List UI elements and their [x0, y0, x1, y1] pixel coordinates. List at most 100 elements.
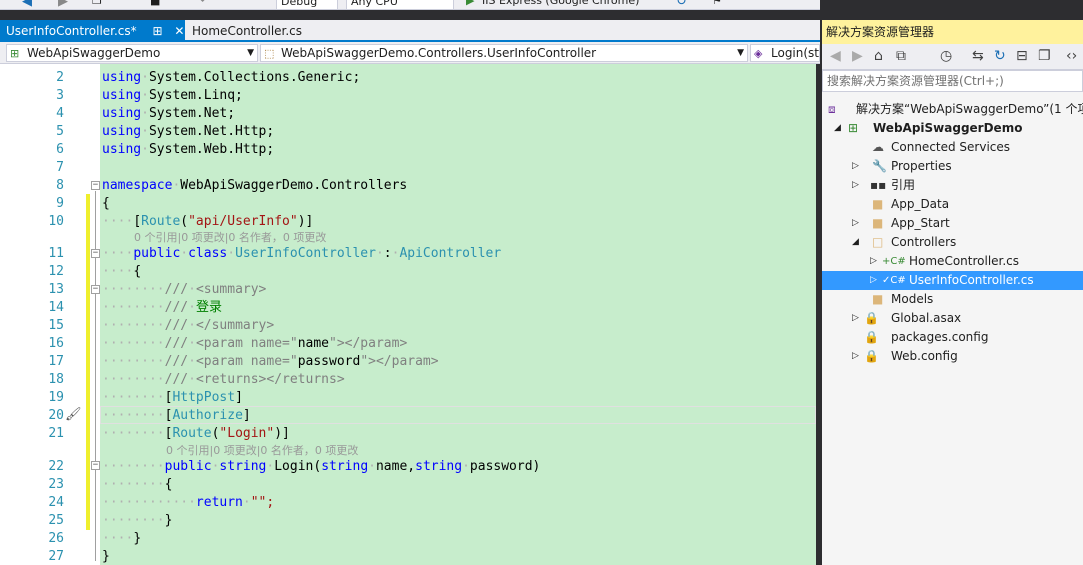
code-editor[interactable]: 🖌 2 3 4 5 6 7 8 9 10 11 12 13 14 15 16 1…: [0, 64, 820, 565]
collapsed-icon[interactable]: ▷: [852, 176, 859, 195]
view-code-icon[interactable]: ‹›: [1066, 48, 1077, 64]
tree-item-models[interactable]: ■ Models: [822, 290, 1083, 309]
undo-icon[interactable]: ↶: [200, 0, 209, 9]
project-dropdown-value: WebApiSwaggerDemo: [27, 46, 161, 60]
code-line: using·System.Collections.Generic;: [102, 70, 361, 85]
save-icon[interactable]: ■: [150, 0, 160, 9]
collapse-namespace-icon[interactable]: −: [91, 181, 100, 190]
switch-views-icon[interactable]: ⧉: [896, 48, 906, 64]
codelens-info[interactable]: 0 个引用|0 项更改|0 名作者，0 项更改: [134, 230, 326, 245]
attribute-name: Route: [172, 426, 212, 441]
bookmark-icon[interactable]: ⚑: [712, 0, 722, 9]
keyword: string: [415, 459, 463, 474]
config-combo[interactable]: Debug: [276, 0, 338, 9]
platform-combo[interactable]: Any CPU: [346, 0, 454, 9]
tree-item-label: Models: [891, 292, 934, 306]
code-line: ········{: [102, 477, 173, 492]
line-number: 15: [48, 318, 64, 333]
project-icon: ⊞: [848, 121, 859, 135]
collapse-comment-icon[interactable]: −: [91, 285, 100, 294]
refresh-icon[interactable]: ↻: [676, 0, 687, 9]
new-project-icon[interactable]: ❐: [92, 0, 102, 9]
tab-homecontroller[interactable]: HomeController.cs: [186, 20, 316, 42]
collapse-class-icon[interactable]: −: [91, 249, 100, 258]
tree-item-properties[interactable]: ▷ 🔧 Properties: [822, 157, 1083, 176]
sync-icon[interactable]: ⇆: [972, 48, 984, 64]
close-icon[interactable]: ✕: [174, 20, 184, 42]
tree-item-global-asax[interactable]: ▷ 🔒 Global.asax: [822, 309, 1083, 328]
method-icon: ◈: [754, 47, 763, 60]
tree-item-references[interactable]: ▷ ▪▪ 引用: [822, 176, 1083, 195]
line-number: 6: [56, 142, 64, 157]
collapsed-icon[interactable]: ▷: [852, 157, 859, 176]
code-line: ····{: [102, 264, 142, 279]
tree-item-controllers[interactable]: ◢ □ Controllers: [822, 233, 1083, 252]
file-icon: 🔒: [864, 311, 879, 325]
back-icon[interactable]: ◀: [22, 0, 32, 9]
expanded-icon[interactable]: ◢: [852, 233, 859, 252]
tab-label: UserInfoController.cs*: [6, 24, 137, 38]
refresh-icon[interactable]: ↻: [994, 48, 1006, 64]
brace: }: [102, 549, 110, 564]
pending-changes-icon[interactable]: ◷: [940, 48, 952, 64]
codelens-info[interactable]: 0 个引用|0 项更改|0 名作者，0 项更改: [166, 443, 358, 458]
search-input[interactable]: 搜索解决方案资源管理器(Ctrl+;): [822, 70, 1083, 92]
home-icon[interactable]: ⌂: [874, 48, 883, 64]
code-line: ····[Route("api/UserInfo")]: [102, 214, 314, 229]
run-icon[interactable]: ▶: [466, 0, 474, 9]
tree-item-label: App_Data: [891, 197, 950, 211]
csharp-file-icon: ✓C#: [882, 275, 906, 286]
tree-item-connected-services[interactable]: ☁ Connected Services: [822, 138, 1083, 157]
pin-icon[interactable]: ⊞: [152, 20, 162, 42]
doc-comment: </summary>: [195, 318, 275, 333]
bracket: ]: [242, 408, 251, 423]
collapsed-icon[interactable]: ▷: [870, 252, 877, 271]
back-icon[interactable]: ◀: [830, 48, 841, 64]
solution-explorer-toolbar: ◀ ▶ ⌂ ⧉ ◷ ⇆ ↻ ⊟ ❐ ‹›: [822, 44, 1083, 70]
tree-item-homecontroller[interactable]: ▷ +C# HomeController.cs: [822, 252, 1083, 271]
collapse-all-icon[interactable]: ⊟: [1016, 48, 1028, 64]
line-number: 7: [56, 160, 64, 175]
tree-item-packages-config[interactable]: 🔒 packages.config: [822, 328, 1083, 347]
attribute-name: HttpPost: [172, 390, 236, 405]
line-number: 12: [48, 264, 64, 279]
line-number: 13: [48, 282, 64, 297]
attribute-name: Route: [141, 214, 181, 229]
tree-item-project[interactable]: ◢ ⊞ WebApiSwaggerDemo: [822, 119, 1083, 138]
panel-title[interactable]: 解决方案资源管理器: [822, 20, 1083, 44]
tree-item-solution[interactable]: ⧈ 解决方案“WebApiSwaggerDemo”(1 个项: [822, 100, 1083, 119]
collapsed-icon[interactable]: ▷: [852, 347, 859, 366]
tree-item-app-start[interactable]: ▷ ■ App_Start: [822, 214, 1083, 233]
run-target-button[interactable]: IIS Express (Google Chrome): [482, 0, 639, 9]
solution-icon: ⧈: [828, 102, 836, 116]
collapse-method-icon[interactable]: −: [91, 461, 100, 470]
expanded-icon[interactable]: ◢: [834, 119, 841, 138]
collapsed-icon[interactable]: ▷: [852, 214, 859, 233]
brace: {: [102, 196, 110, 211]
tree-item-userinfocontroller[interactable]: ▷ ✓C# UserInfoController.cs: [822, 271, 1083, 290]
folder-open-icon: □: [872, 235, 884, 249]
code-line: using·System.Linq;: [102, 88, 243, 103]
forward-icon[interactable]: ▶: [58, 0, 68, 9]
type-dropdown-value: WebApiSwaggerDemo.Controllers.UserInfoCo…: [281, 46, 597, 60]
line-number: 14: [48, 300, 64, 315]
keyword: string: [219, 459, 267, 474]
brace: {: [164, 477, 173, 492]
type-dropdown[interactable]: ⬚ WebApiSwaggerDemo.Controllers.UserInfo…: [260, 44, 748, 62]
code-line: namespace·WebApiSwaggerDemo.Controllers: [102, 178, 408, 193]
collapsed-icon[interactable]: ▷: [870, 271, 877, 290]
tree-item-app-data[interactable]: ■ App_Data: [822, 195, 1083, 214]
code-line: ············return·"";: [102, 495, 275, 510]
forward-icon[interactable]: ▶: [852, 48, 863, 64]
glyph-margin[interactable]: [0, 64, 24, 565]
tree-item-label: 引用: [891, 178, 916, 192]
collapsed-icon[interactable]: ▷: [852, 309, 859, 328]
tree-item-web-config[interactable]: ▷ 🔒 Web.config: [822, 347, 1083, 366]
member-dropdown[interactable]: ◈ Login(str: [750, 44, 820, 62]
quick-actions-brush-icon[interactable]: 🖌: [65, 407, 82, 422]
project-dropdown[interactable]: ⊞ WebApiSwaggerDemo ▼: [6, 44, 258, 62]
cloud-icon: ☁: [872, 140, 884, 154]
doc-comment-text: 登录: [195, 300, 222, 315]
show-all-files-icon[interactable]: ❐: [1038, 48, 1051, 64]
tab-userinfocontroller[interactable]: UserInfoController.cs* ⊞ ✕: [0, 20, 185, 42]
